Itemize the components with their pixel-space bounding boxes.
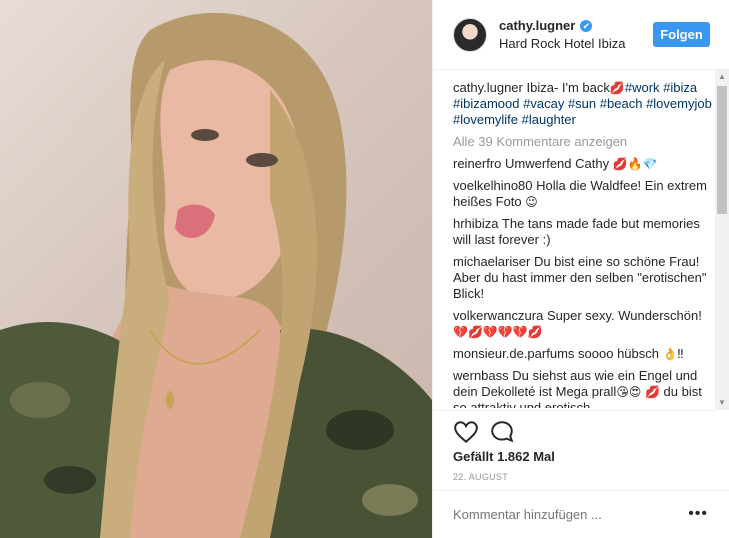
hashtag[interactable]: #ibizamood <box>453 96 520 111</box>
comment-emoji: 😉 <box>525 195 538 209</box>
post-actions <box>433 410 716 452</box>
comment-user[interactable]: hrhibiza <box>453 216 499 231</box>
post-photo-illustration <box>0 12 432 538</box>
load-more-comments[interactable]: Alle 39 Kommentare anzeigen <box>453 134 715 150</box>
comment-emoji: 💔💋💔💔💔💋 <box>453 325 543 339</box>
scroll-thumb[interactable] <box>717 86 727 214</box>
caption: cathy.lugner Ibiza- I'm back💋#work #ibiz… <box>453 80 715 128</box>
avatar[interactable] <box>453 17 487 52</box>
follow-button[interactable]: Folgen <box>653 22 710 47</box>
hashtag[interactable]: #lovemyjob <box>646 96 712 111</box>
comment-emoji: 💋🔥💎 <box>612 157 658 171</box>
hashtag[interactable]: #ibiza <box>663 80 697 95</box>
comment: wernbass Du siehst aus wie ein Engel und… <box>453 368 715 408</box>
hashtag[interactable]: #lovemylife <box>453 112 518 127</box>
hashtag[interactable]: #beach <box>600 96 643 111</box>
hashtag[interactable]: #work <box>625 80 660 95</box>
comments-scrollbar[interactable]: ▲ ▼ <box>715 70 729 410</box>
comment-user[interactable]: volkerwanczura <box>453 308 543 323</box>
comment-icon[interactable] <box>489 419 515 445</box>
add-comment-bar: ••• <box>433 490 729 538</box>
caption-emoji: 💋 <box>609 81 625 95</box>
caption-text: Ibiza- I'm back <box>526 80 610 95</box>
comment-user[interactable]: monsieur.de.parfums <box>453 346 574 361</box>
hashtag[interactable]: #laughter <box>522 112 576 127</box>
hashtag[interactable]: #sun <box>568 96 596 111</box>
likes-count[interactable]: Gefällt 1.862 Mal <box>453 449 555 464</box>
comment: monsieur.de.parfums soooo hübsch 👌‼ <box>453 346 715 362</box>
comment-emoji: 👌‼ <box>662 347 684 361</box>
post-date: 22. AUGUST <box>453 472 509 482</box>
username-link[interactable]: cathy.lugner <box>499 17 575 35</box>
comment-user[interactable]: wernbass <box>453 368 509 383</box>
caption-user[interactable]: cathy.lugner <box>453 80 523 95</box>
comment-emoji: 😘😍 <box>616 385 642 399</box>
comments-list: cathy.lugner Ibiza- I'm back💋#work #ibiz… <box>453 80 715 408</box>
comment-emoji: 💋 <box>644 385 660 399</box>
instagram-post: cathy.lugner ✔ Hard Rock Hotel Ibiza Fol… <box>0 0 729 538</box>
verified-icon: ✔ <box>580 19 593 32</box>
comment-user[interactable]: reinerfro <box>453 156 501 171</box>
comment-user[interactable]: michaelariser <box>453 254 530 269</box>
scroll-down-arrow-icon[interactable]: ▼ <box>715 396 729 410</box>
post-header: cathy.lugner ✔ Hard Rock Hotel Ibiza Fol… <box>433 0 729 70</box>
username-row: cathy.lugner ✔ <box>499 17 625 35</box>
hashtag[interactable]: #vacay <box>523 96 564 111</box>
post-photo[interactable] <box>0 0 432 538</box>
scroll-up-arrow-icon[interactable]: ▲ <box>715 70 729 84</box>
heart-icon[interactable] <box>453 419 479 445</box>
comment-input[interactable] <box>453 507 683 522</box>
more-options-icon[interactable]: ••• <box>688 505 708 523</box>
comment-text: Super sexy. Wunderschön! <box>546 308 702 323</box>
post-sidebar: cathy.lugner ✔ Hard Rock Hotel Ibiza Fol… <box>432 0 729 538</box>
comment-user[interactable]: voelkelhino80 <box>453 178 533 193</box>
comment: reinerfro Umwerfend Cathy 💋🔥💎 <box>453 156 715 172</box>
comment: voelkelhino80 Holla die Waldfee! Ein ext… <box>453 178 715 210</box>
header-text: cathy.lugner ✔ Hard Rock Hotel Ibiza <box>499 17 625 53</box>
comment-text: Umwerfend Cathy <box>505 156 610 171</box>
comment-text: soooo hübsch <box>578 346 659 361</box>
comment: volkerwanczura Super sexy. Wunderschön! … <box>453 308 715 340</box>
comment: michaelariser Du bist eine so schöne Fra… <box>453 254 715 302</box>
comment: hrhibiza The tans made fade but memories… <box>453 216 715 248</box>
location-link[interactable]: Hard Rock Hotel Ibiza <box>499 35 625 53</box>
